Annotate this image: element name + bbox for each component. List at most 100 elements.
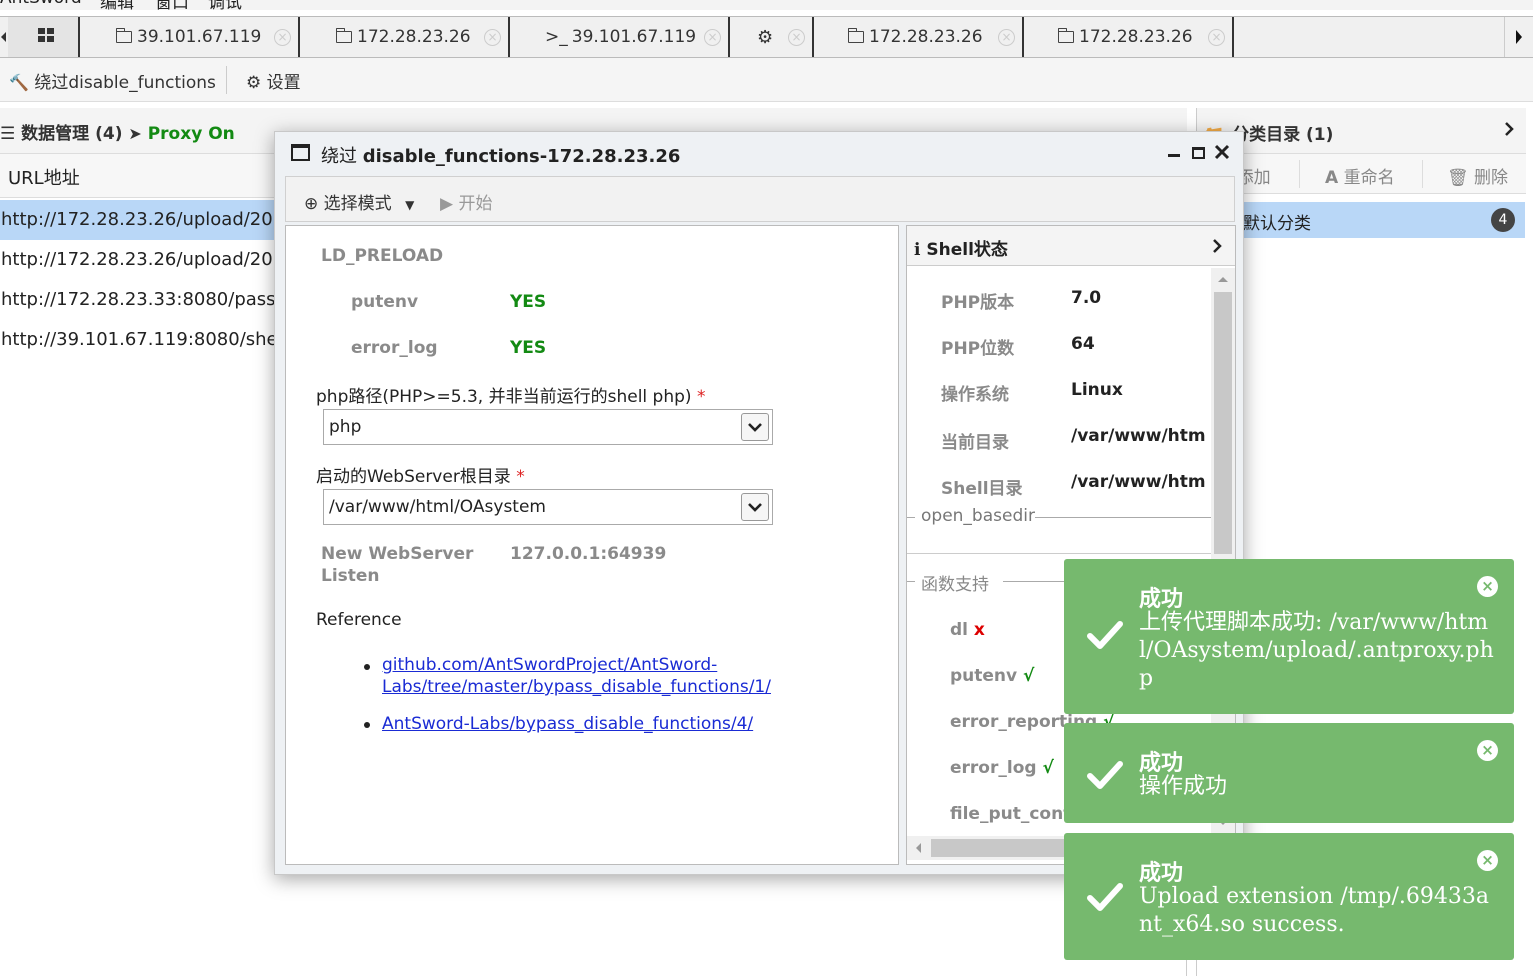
bullet xyxy=(364,722,370,728)
folder-icon xyxy=(115,28,132,43)
check-errorlog-label: error_log xyxy=(351,338,438,358)
bypass-button[interactable]: 🔨 绕过disable_functions xyxy=(9,68,216,93)
count-badge: 4 xyxy=(1491,208,1515,232)
php-path-label: php路径(PHP>=5.3, 并非当前运行的shell php) xyxy=(316,387,692,407)
tab-scroll-left-icon[interactable] xyxy=(0,30,8,44)
tab-files-3[interactable]: 172.28.23.26 × xyxy=(814,17,1024,57)
tab-close-icon[interactable]: × xyxy=(998,28,1015,46)
tab-home[interactable] xyxy=(8,17,80,57)
tab-files-1[interactable]: 39.101.67.119 × xyxy=(80,17,300,57)
delete-button[interactable]: 🗑 删除 xyxy=(1447,163,1508,188)
info-key: Shell目录 xyxy=(941,479,1023,499)
info-key: 操作系统 xyxy=(941,385,1009,405)
dialog-titlebar[interactable]: 绕过 disable_functions-172.28.23.26 xyxy=(275,132,1243,174)
func-item: error_log √ xyxy=(950,758,1054,778)
open-basedir-label: open_basedir xyxy=(921,506,1035,526)
tab-close-icon[interactable]: × xyxy=(1208,28,1225,46)
php-path-select[interactable]: php xyxy=(323,409,773,445)
func-item: dl x xyxy=(950,620,985,640)
toolbar: 🔨 绕过disable_functions ⚙ 设置 xyxy=(0,58,1533,102)
listen-value: 127.0.0.1:64939 xyxy=(510,544,667,564)
play-icon: ▶ xyxy=(440,194,454,214)
tab-files-2[interactable]: 172.28.23.26 × xyxy=(300,17,510,57)
toast-message: 操作成功 xyxy=(1139,774,1228,799)
bypass-form: LD_PRELOAD putenv YES error_log YES php路… xyxy=(285,225,899,865)
info-value: Linux xyxy=(1071,380,1123,400)
info-icon: ℹ xyxy=(914,240,921,260)
info-value: /var/www/htm xyxy=(1071,426,1206,446)
tab-close-icon[interactable]: × xyxy=(704,28,721,46)
chevron-down-icon[interactable] xyxy=(741,493,769,521)
start-button[interactable]: ▶ 开始 xyxy=(440,189,492,214)
terminal-icon: >_ xyxy=(545,27,568,47)
list-icon: ☰ xyxy=(0,124,16,144)
menu-debug[interactable]: 调试 xyxy=(208,0,242,13)
plus-circle-icon: ⊕ xyxy=(304,194,319,214)
check-icon xyxy=(1086,881,1124,913)
data-panel-title: 数据管理 (4) xyxy=(21,124,123,144)
menu-edit[interactable]: 编辑 xyxy=(100,0,134,13)
rename-button[interactable]: A 重命名 xyxy=(1325,163,1395,188)
menu-antsword[interactable]: AntSword xyxy=(0,0,82,8)
info-key: PHP版本 xyxy=(941,293,1015,313)
mode-select-button[interactable]: ⊕ 选择模式 ▼ xyxy=(304,189,414,214)
info-key: PHP位数 xyxy=(941,339,1015,359)
maximize-icon[interactable] xyxy=(1192,147,1205,159)
tab-close-icon[interactable]: × xyxy=(274,28,291,46)
info-value: /var/www/htm xyxy=(1071,472,1206,492)
column-url[interactable]: URL地址 xyxy=(8,164,80,190)
shell-status-header: ℹ Shell状态 xyxy=(907,226,1235,266)
window-icon xyxy=(291,144,310,161)
tab-settings[interactable]: ⚙ × xyxy=(730,17,814,57)
tab-close-icon[interactable]: × xyxy=(788,28,805,46)
webroot-select[interactable]: /var/www/html/OAsystem xyxy=(323,489,773,525)
reference-link-2[interactable]: AntSword-Labs/bypass_disable_functions/4… xyxy=(382,713,753,735)
caret-down-icon: ▼ xyxy=(405,198,415,212)
check-icon xyxy=(1086,759,1124,791)
gear-icon: ⚙ xyxy=(246,73,262,93)
reference-link-1[interactable]: github.com/AntSwordProject/AntSword- xyxy=(382,654,717,676)
settings-button[interactable]: ⚙ 设置 xyxy=(246,68,301,93)
reference-link-1-cont[interactable]: Labs/tree/master/bypass_disable_function… xyxy=(382,676,771,698)
ld-preload-label: LD_PRELOAD xyxy=(321,246,444,266)
dialog-toolbar: ⊕ 选择模式 ▼ ▶ 开始 xyxy=(285,176,1235,222)
tab-close-icon[interactable]: × xyxy=(484,28,501,46)
tab-scroll-right-icon[interactable] xyxy=(1504,17,1533,57)
success-toast: 成功 Upload extension /tmp/.69433ant_x64.s… xyxy=(1064,833,1514,960)
func-item: putenv √ xyxy=(950,666,1035,686)
close-icon[interactable]: × xyxy=(1477,850,1498,871)
folder-icon xyxy=(335,28,352,43)
reference-label: Reference xyxy=(316,610,402,630)
folder-icon xyxy=(847,28,864,43)
close-icon[interactable]: × xyxy=(1477,576,1498,597)
gear-icon: ⚙ xyxy=(757,26,774,48)
close-icon[interactable] xyxy=(1214,144,1230,160)
trash-icon: 🗑 xyxy=(1447,168,1469,188)
toolbar-divider xyxy=(226,66,227,94)
tab-terminal[interactable]: >_ 39.101.67.119 × xyxy=(510,17,730,57)
collapse-icon[interactable] xyxy=(1503,120,1515,138)
toast-message: 上传代理脚本成功: /var/www/html/OAsystem/upload/… xyxy=(1139,610,1494,691)
success-toast: 成功 操作成功 × xyxy=(1064,723,1514,823)
check-errorlog-value: YES xyxy=(510,338,547,358)
check-putenv-value: YES xyxy=(510,292,547,312)
shell-status-title: Shell状态 xyxy=(926,240,1008,260)
chevron-right-icon[interactable] xyxy=(1211,237,1223,255)
tab-bar: 39.101.67.119 × 172.28.23.26 × >_ 39.101.… xyxy=(0,16,1533,58)
category-item[interactable]: 默认分类 4 xyxy=(1197,202,1525,238)
dialog-title: disable_functions-172.28.23.26 xyxy=(362,146,681,167)
paper-plane-icon: ➤ xyxy=(128,124,142,143)
divider xyxy=(1422,160,1423,188)
font-icon: A xyxy=(1325,168,1339,188)
proxy-status: Proxy On xyxy=(147,124,235,144)
scrollbar-thumb[interactable] xyxy=(1214,292,1232,554)
check-icon xyxy=(1086,619,1124,651)
menu-window[interactable]: 窗口 xyxy=(155,0,189,13)
check-putenv-label: putenv xyxy=(351,292,419,312)
minimize-icon[interactable] xyxy=(1168,154,1180,157)
close-icon[interactable]: × xyxy=(1477,740,1498,761)
tab-files-4[interactable]: 172.28.23.26 × xyxy=(1024,17,1234,57)
chevron-down-icon[interactable] xyxy=(741,413,769,441)
info-value: 64 xyxy=(1071,334,1095,354)
func-support-label: 函数支持 xyxy=(921,575,989,595)
